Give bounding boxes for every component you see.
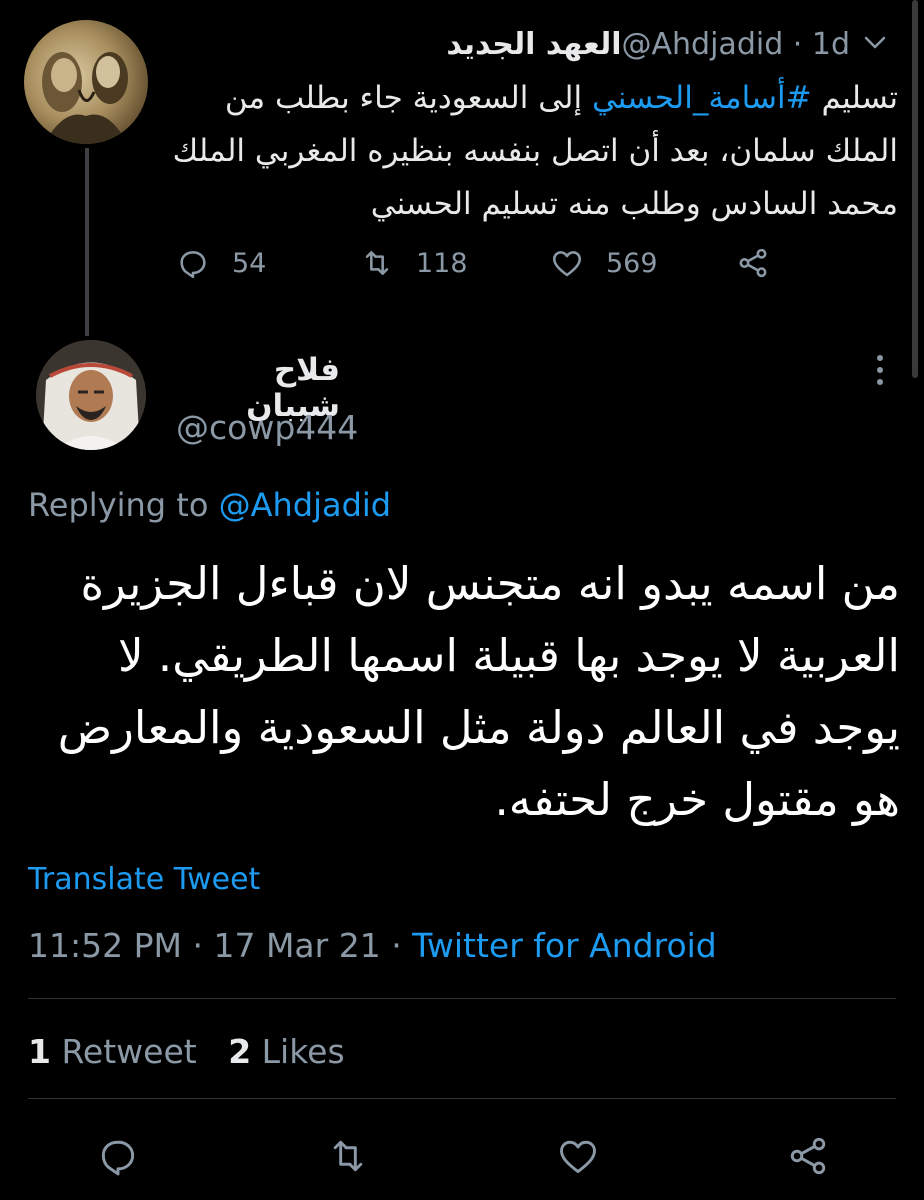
divider <box>28 998 896 999</box>
retweet-button[interactable] <box>326 1134 370 1178</box>
likes-label: Likes <box>261 1032 345 1071</box>
parent-actions: 54 118 569 <box>170 242 810 288</box>
parent-avatar[interactable] <box>24 20 148 144</box>
reply-button[interactable] <box>96 1134 140 1178</box>
parent-reply-button[interactable]: 54 <box>176 246 266 280</box>
meta-separator-1: · <box>192 926 203 965</box>
tweet-metadata: 11:52 PM · 17 Mar 21 · Twitter for Andro… <box>28 926 717 965</box>
translate-tweet-link[interactable]: Translate Tweet <box>28 862 260 897</box>
like-icon <box>560 1140 596 1174</box>
main-handle[interactable]: @cowp444 <box>176 408 358 447</box>
share-icon <box>790 1137 826 1175</box>
tweet-time: 11:52 PM <box>28 926 182 965</box>
like-button[interactable] <box>556 1134 600 1178</box>
parent-display-name[interactable]: العهد الجديد <box>446 27 621 62</box>
main-actions <box>0 1128 924 1184</box>
parent-retweet-button[interactable]: 118 <box>360 246 468 280</box>
parent-handle[interactable]: @Ahdjadid <box>622 27 784 62</box>
retweet-icon <box>333 1140 363 1172</box>
thread-connector <box>85 148 89 336</box>
parent-tweet-text: تسليم #أسامة_الحسني إلى السعودية جاء بطل… <box>170 72 898 231</box>
parent-handle-time: @Ahdjadid · 1d <box>622 27 850 62</box>
main-avatar[interactable] <box>36 340 146 450</box>
replying-to: Replying to @Ahdjadid <box>28 486 391 524</box>
replying-prefix: Replying to <box>28 486 219 524</box>
reply-icon <box>101 1140 135 1176</box>
more-dots-icon[interactable] <box>868 350 892 390</box>
share-button[interactable] <box>786 1134 830 1178</box>
likes-stat[interactable]: 2 Likes <box>228 1032 344 1071</box>
parent-hashtag[interactable]: #أسامة_الحسني <box>592 80 812 116</box>
likes-count: 2 <box>228 1032 252 1071</box>
retweets-label: Retweet <box>61 1032 197 1071</box>
meta-separator-2: · <box>391 926 402 965</box>
chevron-down-icon[interactable] <box>860 30 890 54</box>
scrollbar[interactable] <box>912 0 918 378</box>
replying-mention[interactable]: @Ahdjadid <box>219 486 392 524</box>
main-tweet-text: من اسمه يبدو انه متجنس لان قباءل الجزيرة… <box>57 557 900 826</box>
parent-like-button[interactable]: 569 <box>550 246 658 280</box>
share-icon <box>739 248 767 278</box>
engagement-stats: 1 Retweet 2 Likes <box>28 1032 345 1071</box>
parent-tweet-header: العهد الجديد @Ahdjadid · 1d <box>170 22 850 66</box>
divider <box>28 1098 896 1099</box>
retweets-count: 1 <box>28 1032 51 1071</box>
parent-retweet-count: 118 <box>416 247 468 279</box>
parent-separator: · <box>792 26 812 62</box>
parent-reply-count: 54 <box>232 247 267 279</box>
tweet-date: 17 Mar 21 <box>213 926 381 965</box>
retweets-stat[interactable]: 1 Retweet <box>28 1032 197 1071</box>
parent-like-count: 569 <box>606 247 658 279</box>
retweet-icon <box>365 251 389 275</box>
reply-icon <box>180 251 206 279</box>
parent-time[interactable]: 1d <box>812 27 850 62</box>
parent-share-button[interactable] <box>736 246 792 280</box>
like-icon <box>552 251 582 277</box>
parent-text-before: تسليم <box>811 80 898 116</box>
tweet-source[interactable]: Twitter for Android <box>412 926 717 965</box>
